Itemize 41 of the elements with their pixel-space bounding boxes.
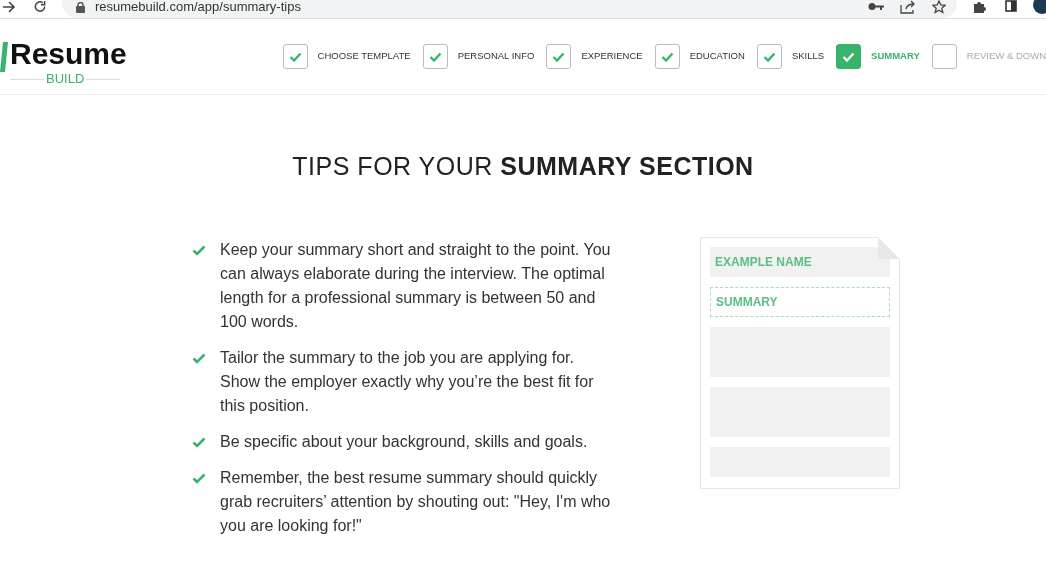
check-icon bbox=[288, 51, 302, 62]
tip-text: Be specific about your background, skills and goals. bbox=[220, 432, 589, 452]
step-label[interactable]: SKILLS bbox=[791, 49, 825, 64]
lock-icon bbox=[76, 2, 85, 13]
check-icon bbox=[762, 51, 776, 62]
summary-label: SUMMARY bbox=[710, 287, 890, 317]
key-icon[interactable] bbox=[868, 2, 884, 11]
check-icon bbox=[192, 245, 206, 256]
share-icon[interactable] bbox=[900, 0, 916, 14]
step-label[interactable]: EDUCATION bbox=[689, 49, 745, 64]
side-panel-icon[interactable] bbox=[1005, 0, 1017, 12]
tip-text: Remember, the best resume summary should quickly grab recruiters’ attention by shouting out: "Hey, I'm who you are looking for!" bbox=[220, 468, 612, 536]
check-icon bbox=[842, 51, 856, 62]
step-checkbox[interactable] bbox=[422, 44, 448, 69]
step-label[interactable]: CHOOSE TEMPLATE bbox=[317, 49, 411, 64]
logo-title: Resume bbox=[10, 36, 127, 71]
tip-text: Tailor the summary to the job you are applying for. Show the employer exactly why you’re the best fit for this position. bbox=[220, 348, 595, 416]
check-icon bbox=[192, 353, 206, 364]
step-checkbox[interactable] bbox=[654, 44, 680, 69]
url-text: resumebuild.com/app/summary-tips bbox=[95, 0, 301, 14]
check-icon bbox=[552, 51, 566, 62]
page-heading: TIPS FOR YOUR SUMMARY SECTION bbox=[291, 151, 755, 181]
step-checkbox[interactable] bbox=[836, 44, 862, 69]
tip-text: Keep your summary short and straight to the point. You can always elaborate during the interview. The optimal length for a professional summary is between 50 and 100 words. bbox=[220, 240, 612, 332]
check-icon bbox=[192, 437, 206, 448]
check-icon bbox=[660, 51, 674, 62]
step-label[interactable]: EXPERIENCE bbox=[581, 49, 643, 64]
step-checkbox[interactable] bbox=[931, 44, 957, 69]
puzzle-icon[interactable] bbox=[973, 0, 986, 13]
step-label[interactable]: PERSONAL INFO bbox=[457, 49, 535, 64]
check-icon bbox=[428, 51, 442, 62]
address-bar[interactable]: resumebuild.com/app/summary-tips bbox=[62, 0, 957, 18]
step-checkbox[interactable] bbox=[756, 44, 782, 69]
star-icon[interactable] bbox=[932, 0, 946, 14]
check-icon bbox=[192, 473, 206, 484]
logo-mark-icon bbox=[0, 41, 8, 72]
reload-icon[interactable] bbox=[33, 0, 47, 13]
forward-icon[interactable] bbox=[2, 1, 16, 13]
step-checkbox[interactable] bbox=[546, 44, 572, 69]
example-name-label: EXAMPLE NAME bbox=[710, 247, 890, 277]
step-checkbox[interactable] bbox=[282, 44, 308, 69]
